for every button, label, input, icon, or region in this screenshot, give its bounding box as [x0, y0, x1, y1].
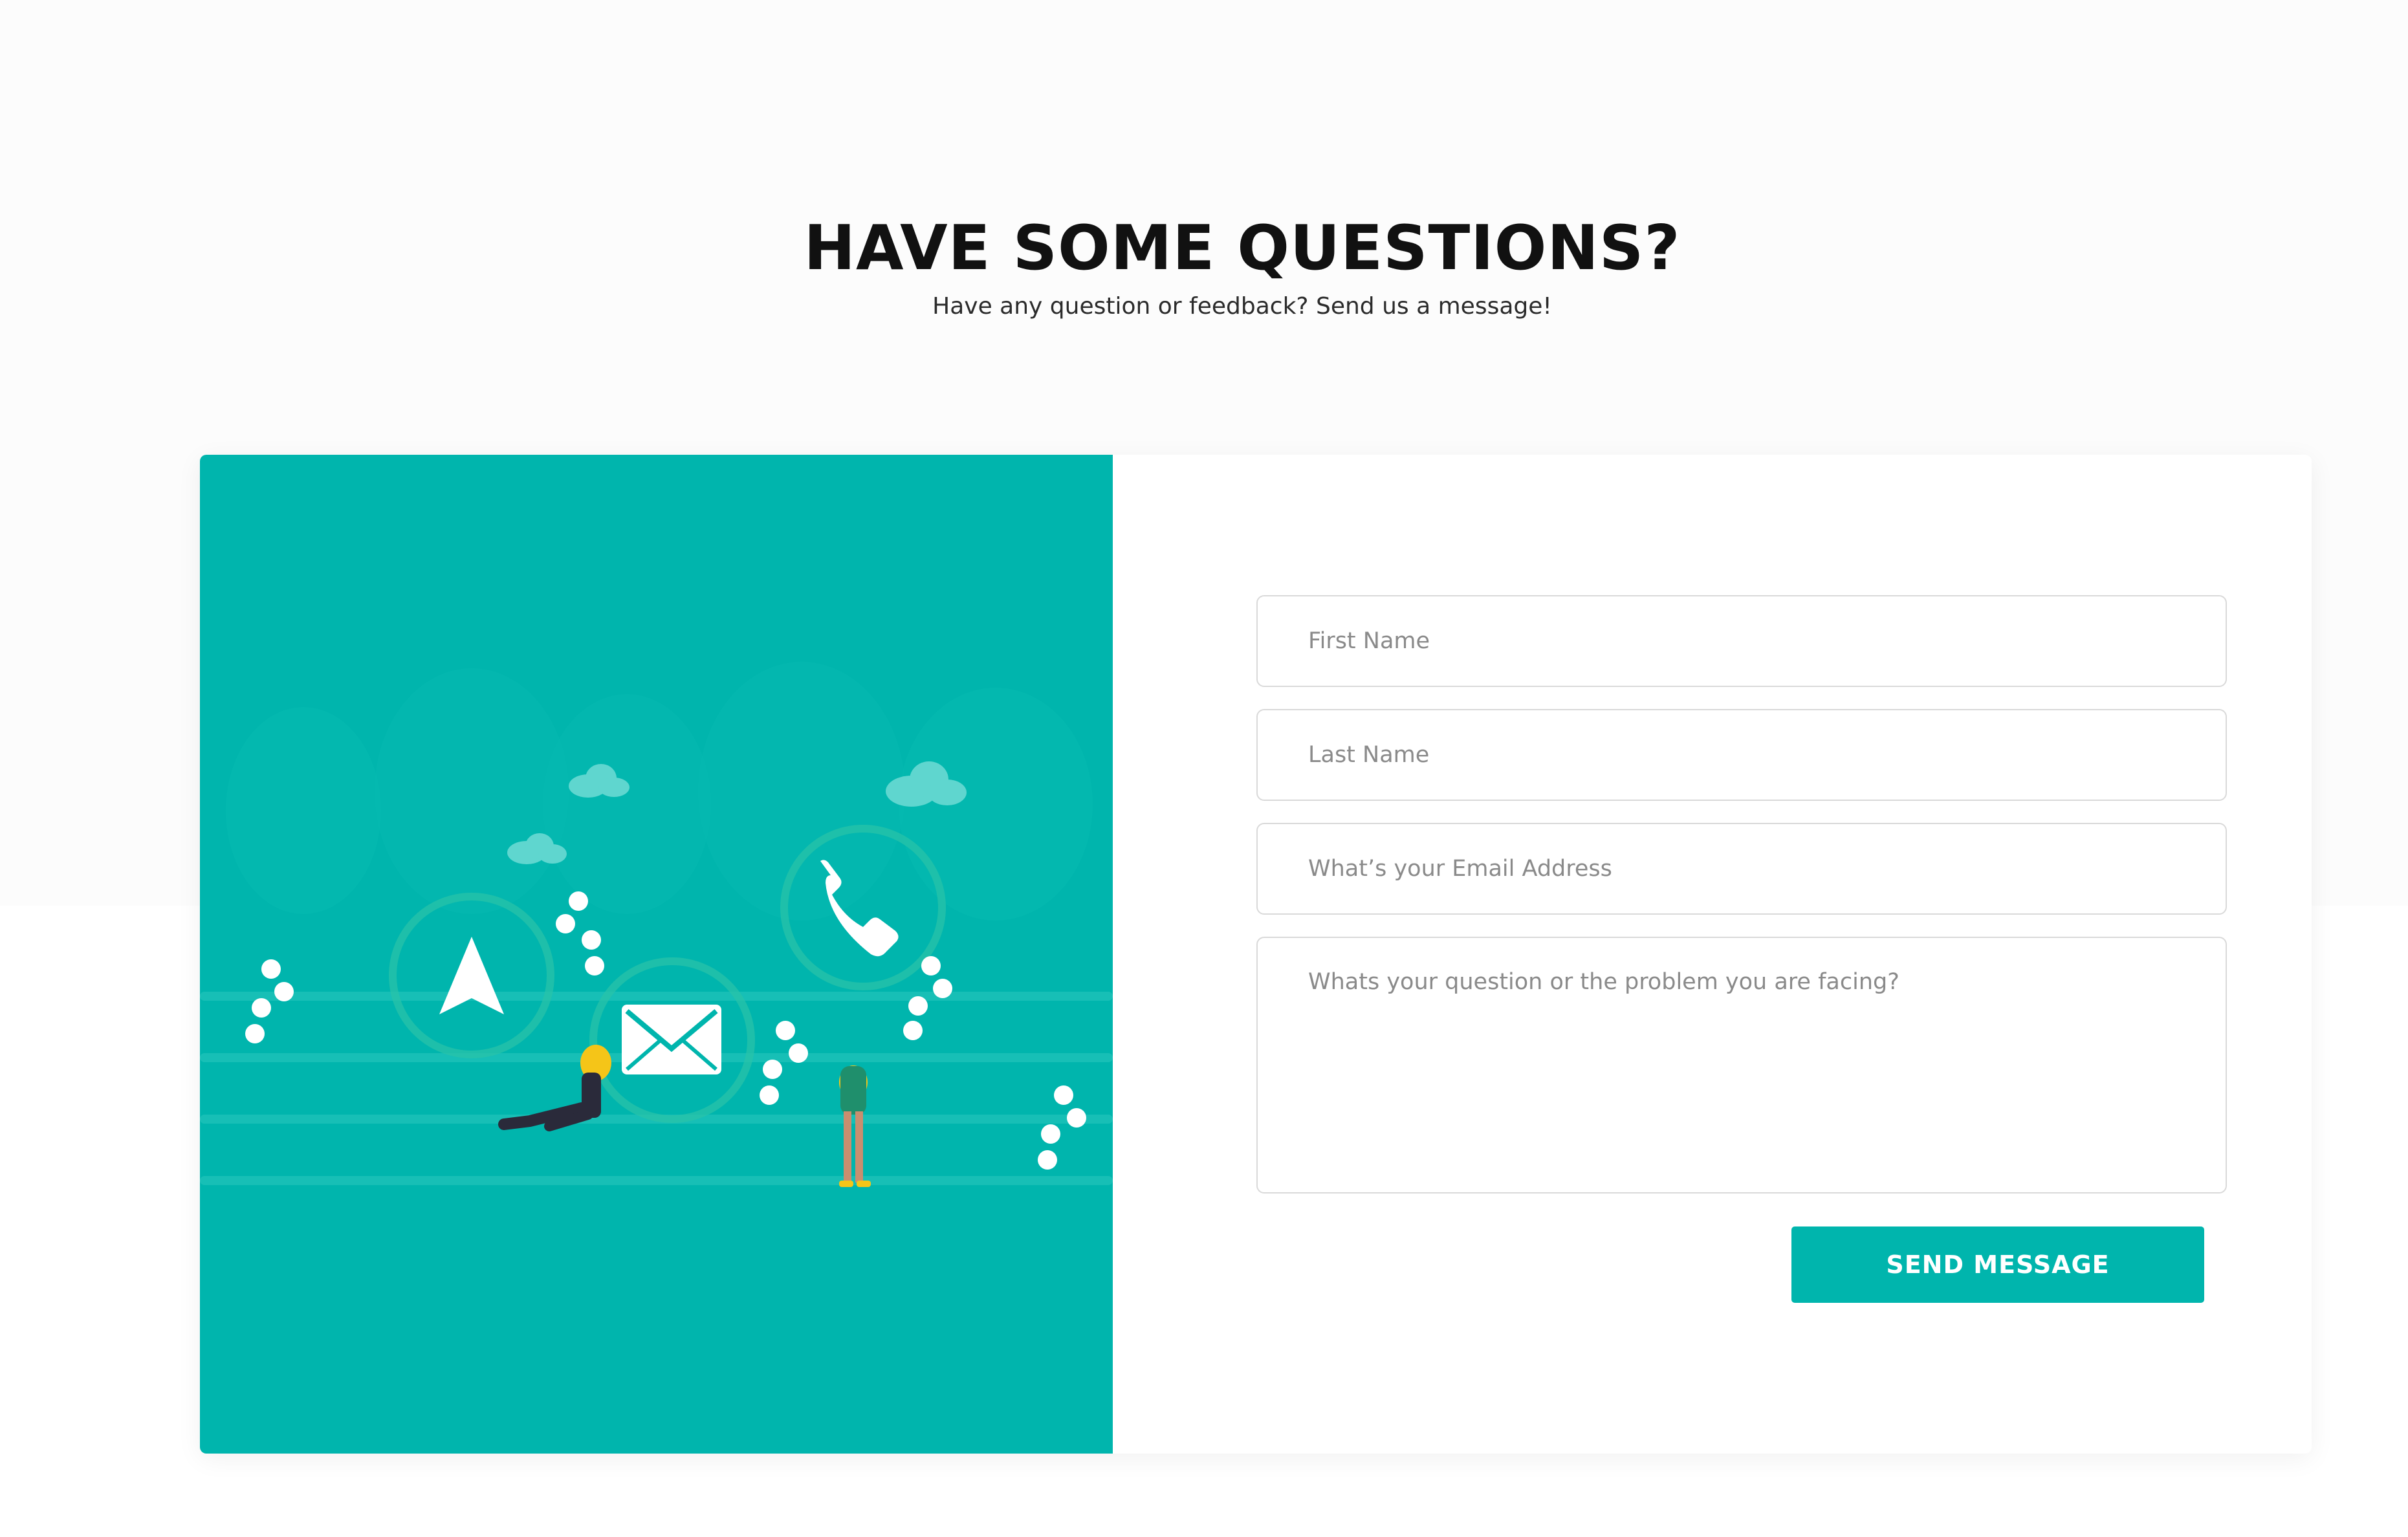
person-standing — [839, 1065, 871, 1187]
contact-card: SEND MESSAGE — [200, 455, 2312, 1454]
last-name-field[interactable] — [1256, 709, 2227, 801]
plant-decoration — [1038, 1085, 1086, 1170]
first-name-field[interactable] — [1256, 595, 2227, 687]
contact-illustration — [200, 455, 1113, 1454]
message-field[interactable] — [1256, 937, 2227, 1194]
plant-decoration — [760, 1021, 808, 1105]
envelope-icon — [622, 1005, 721, 1074]
navigation-arrow-icon — [439, 937, 504, 1014]
plant-decoration — [245, 959, 294, 1043]
page-subtitle: Have any question or feedback? Send us a… — [932, 293, 1552, 320]
page-title: HAVE SOME QUESTIONS? — [804, 212, 1681, 284]
email-field[interactable] — [1256, 823, 2227, 915]
contact-form — [1256, 595, 2227, 1215]
send-message-button[interactable]: SEND MESSAGE — [1791, 1226, 2204, 1303]
